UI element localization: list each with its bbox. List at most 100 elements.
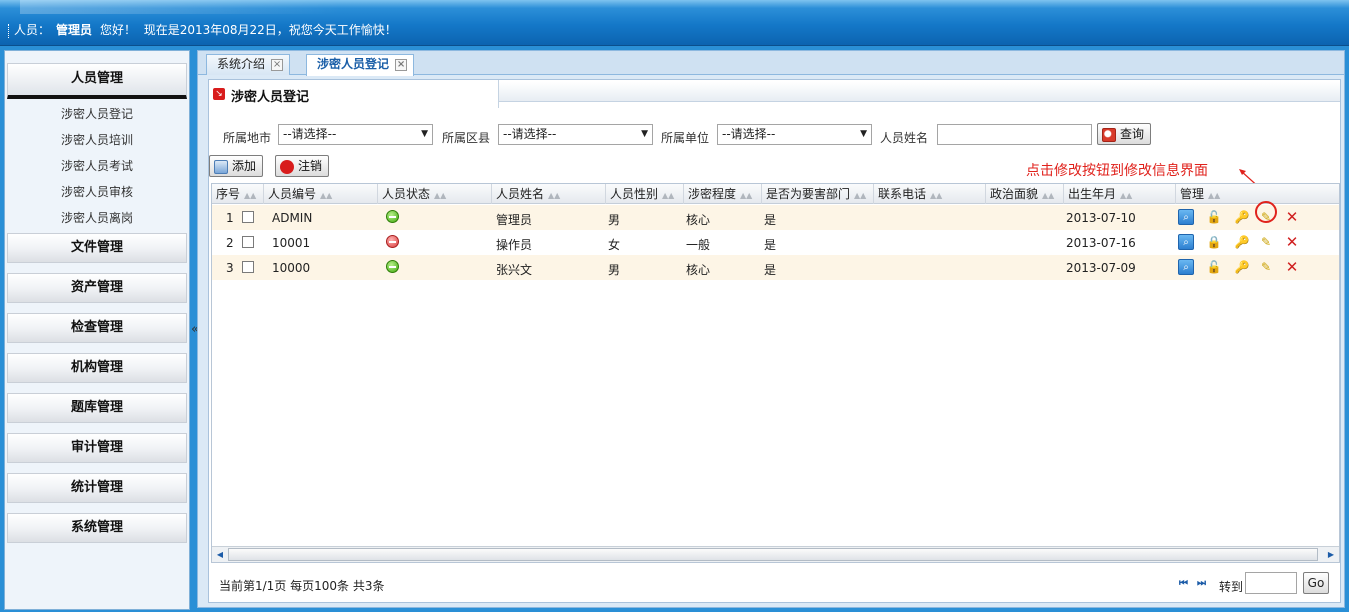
lock-icon[interactable]: 🔒 [1206,234,1222,250]
row-checkbox[interactable] [242,211,254,223]
scroll-right-icon[interactable]: ▶ [1324,548,1338,561]
col-birth[interactable]: 出生年月 ▲▲ [1064,184,1176,204]
menu-question-bank[interactable]: 题库管理 [7,393,187,423]
tab-system-intro[interactable]: 系统介绍 × [206,54,291,75]
col-political[interactable]: 政治面貌 ▲▲ [986,184,1064,204]
sidebar-item-registration[interactable]: 涉密人员登记 [5,103,189,129]
col-status[interactable]: 人员状态 ▲▲ [378,184,492,204]
menu-organization[interactable]: 机构管理 [7,353,187,383]
tab-label: 涉密人员登记 [317,57,390,71]
col-key-dept[interactable]: 是否为要害部门 ▲▲ [762,184,874,204]
edit-icon[interactable]: ✎ [1258,259,1274,275]
sidebar-item-review[interactable]: 涉密人员审核 [5,181,189,207]
annotation-text: 点击修改按钮到修改信息界面 [1026,163,1208,179]
filter-bar: 所属地市 --请选择-- ▼ 所属区县 --请选择-- ▼ 所属单位 --请选择--… [209,122,1340,150]
search-icon [1102,127,1116,142]
close-icon[interactable]: × [395,58,408,71]
sidebar-item-departure[interactable]: 涉密人员离岗 [5,207,189,233]
view-icon[interactable]: ⌕ [1178,259,1194,275]
tab-bar: 系统介绍 × 涉密人员登记 × [198,51,1344,76]
key-icon[interactable]: 🔑 [1234,209,1250,225]
delete-icon[interactable]: ✕ [1284,209,1300,225]
col-name[interactable]: 人员姓名 ▲▲ [492,184,606,204]
col-label: 政治面貌 [990,187,1039,201]
data-grid: 序号 ▲▲ 人员编号 ▲▲ 人员状态 ▲▲ 人员姓名 ▲▲ 人员性别 ▲▲ 涉密程度 ▲▲ … [211,183,1340,563]
close-icon[interactable]: × [271,58,284,71]
col-gender[interactable]: 人员性别 ▲▲ [606,184,684,204]
delete-icon[interactable]: ✕ [1284,234,1300,250]
col-label: 人员性别 [610,187,659,201]
row-birth: 2013-07-10 [1066,211,1136,225]
col-label: 是否为要害部门 [766,187,851,201]
goto-page-input[interactable] [1245,572,1297,594]
unlock-icon[interactable]: 🔓 [1206,259,1222,275]
col-phone[interactable]: 联系电话 ▲▲ [874,184,986,204]
personnel-submenu: 涉密人员登记 涉密人员培训 涉密人员考试 涉密人员审核 涉密人员离岗 [5,99,189,233]
search-label: 查询 [1120,127,1145,141]
view-icon[interactable]: ⌕ [1178,234,1194,250]
key-icon[interactable]: 🔑 [1234,234,1250,250]
edit-icon[interactable]: ✎ [1258,234,1274,250]
search-button[interactable]: 查询 [1097,123,1152,145]
go-button[interactable]: Go [1303,572,1329,594]
unit-select[interactable]: --请选择-- ▼ [717,124,872,145]
dropdown-arrow-icon: ▼ [860,129,867,139]
main-panel: 系统介绍 × 涉密人员登记 × ↘ 涉密人员登记 所属地市 --请选择-- ▼ 所属区… [197,50,1345,608]
table-row[interactable]: 2 10001 操作员 女 一般 是 2013-07-16 ⌕ 🔒 🔑 ✎ ✕ [212,230,1339,255]
row-checkbox[interactable] [242,261,254,273]
delete-icon[interactable]: ✕ [1284,259,1300,275]
title-strip [499,82,1340,102]
sort-icon: ▲▲ [1208,191,1221,200]
view-icon[interactable]: ⌕ [1178,209,1194,225]
row-gender: 男 [608,263,621,277]
page-summary: 当前第1/1页 每页100条 共3条 [219,579,385,593]
row-key-dept: 是 [764,238,777,252]
last-page-icon[interactable]: ⏭ [1197,578,1206,589]
logout-button[interactable]: 注销 [275,155,330,177]
name-input[interactable] [937,124,1092,145]
user-label: 人员： [14,23,51,37]
power-icon [280,159,294,174]
menu-file[interactable]: 文件管理 [7,233,187,263]
row-index: 3 [226,261,234,275]
dropdown-arrow-icon: ▼ [641,129,648,139]
sidebar-item-training[interactable]: 涉密人员培训 [5,129,189,155]
col-manage[interactable]: 管理 ▲▲ [1176,184,1339,204]
add-icon [214,159,228,174]
add-button[interactable]: 添加 [209,155,264,177]
menu-audit[interactable]: 审计管理 [7,433,187,463]
row-checkbox[interactable] [242,236,254,248]
logout-label: 注销 [298,159,323,173]
row-name: 操作员 [496,238,533,252]
unit-label: 所属单位 [661,131,710,145]
scroll-thumb[interactable] [228,548,1318,561]
sort-icon: ▲▲ [930,191,943,200]
menu-asset[interactable]: 资产管理 [7,273,187,303]
county-select[interactable]: --请选择-- ▼ [498,124,653,145]
unlock-icon[interactable]: 🔓 [1206,209,1222,225]
key-icon[interactable]: 🔑 [1234,259,1250,275]
status-active-icon [386,260,399,273]
table-row[interactable]: 3 10000 张兴文 男 核心 是 2013-07-09 ⌕ 🔓 🔑 ✎ ✕ [212,255,1339,280]
menu-system[interactable]: 系统管理 [7,513,187,543]
col-level[interactable]: 涉密程度 ▲▲ [684,184,762,204]
scroll-left-icon[interactable]: ◀ [213,548,227,561]
horizontal-scrollbar[interactable]: ◀ ▶ [212,546,1339,562]
row-level: 核心 [686,263,711,277]
table-row[interactable]: 1 ADMIN 管理员 男 核心 是 2013-07-10 ⌕ 🔓 🔑 ✎ ✕ [212,205,1339,230]
sort-icon: ▲▲ [244,191,257,200]
county-label: 所属区县 [442,131,491,145]
menu-personnel[interactable]: 人员管理 [7,63,187,99]
sidebar-item-exam[interactable]: 涉密人员考试 [5,155,189,181]
row-index: 2 [226,236,234,250]
edit-highlight-circle [1255,201,1277,223]
tab-personnel-registration[interactable]: 涉密人员登记 × [306,54,415,76]
row-code: ADMIN [272,211,313,225]
col-code[interactable]: 人员编号 ▲▲ [264,184,378,204]
greeting: 您好！ [100,23,137,37]
menu-inspection[interactable]: 检查管理 [7,313,187,343]
first-page-icon[interactable]: ⏮ [1179,578,1188,589]
col-index[interactable]: 序号 ▲▲ [212,184,264,204]
menu-statistics[interactable]: 统计管理 [7,473,187,503]
city-select[interactable]: --请选择-- ▼ [278,124,433,145]
